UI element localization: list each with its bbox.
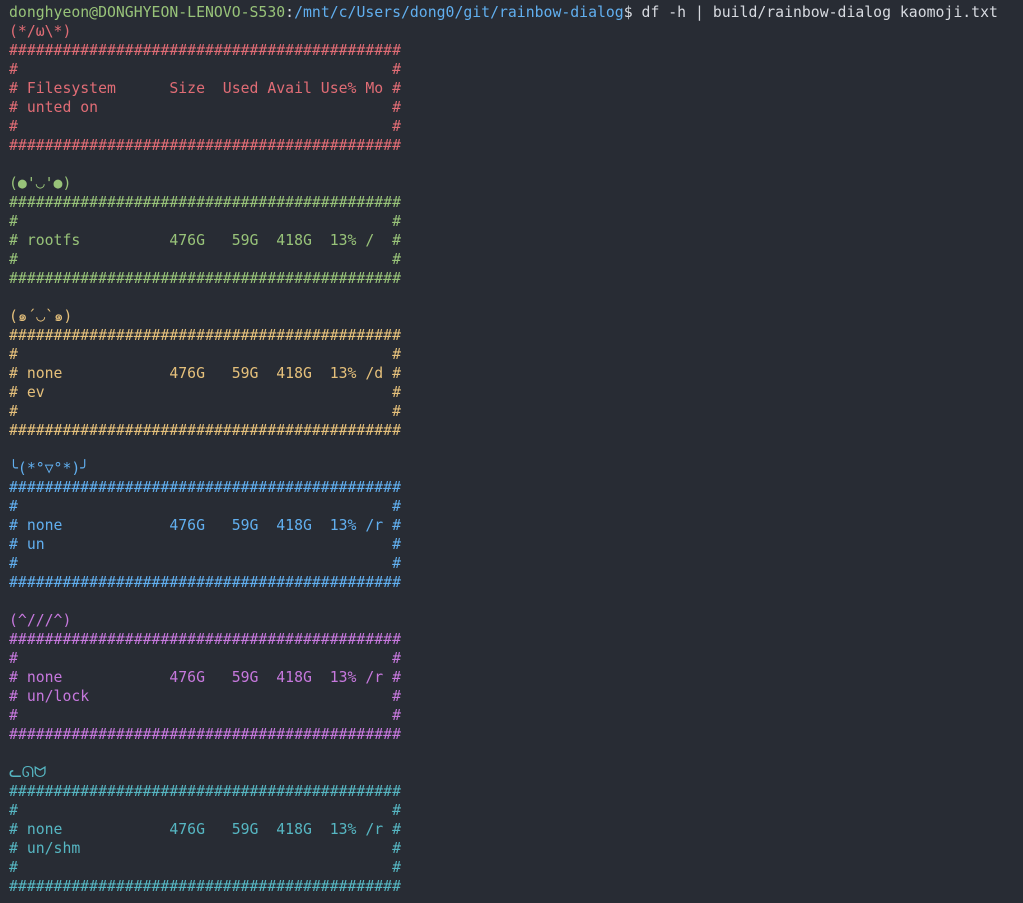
dialog-border-top: ########################################… bbox=[9, 783, 401, 800]
dialog-line: # # bbox=[9, 251, 401, 268]
terminal-window[interactable]: donghyeon@DONGHYEON-LENOVO-S530:/mnt/c/U… bbox=[0, 0, 1023, 903]
prompt-path: /mnt/c/Users/dong0/git/rainbow-dialog bbox=[294, 4, 624, 21]
dialog-block-dev: (๑´◡`๑) ################################… bbox=[9, 307, 1023, 459]
dialog-border-bottom: ########################################… bbox=[9, 574, 401, 591]
dialog-block-run: ╰(*°▽°*)╯ ##############################… bbox=[9, 459, 1023, 611]
dialog-line: # un/lock # bbox=[9, 688, 401, 705]
dialog-block-run-shm: ᓚᘏᗢ ####################################… bbox=[9, 763, 1023, 896]
prompt-line: donghyeon@DONGHYEON-LENOVO-S530:/mnt/c/U… bbox=[9, 3, 1023, 22]
dialog-line: # Filesystem Size Used Avail Use% Mo # bbox=[9, 80, 401, 97]
dialog-border-top: ########################################… bbox=[9, 631, 401, 648]
dialog-line: # # bbox=[9, 61, 401, 78]
dialog-block-rootfs: (●'◡'●) ################################… bbox=[9, 174, 1023, 307]
dialog-line: # un # bbox=[9, 536, 401, 553]
dialog-border-top: ########################################… bbox=[9, 479, 401, 496]
dialog-border-top: ########################################… bbox=[9, 194, 401, 211]
kaomoji: ᓚᘏᗢ bbox=[9, 764, 47, 781]
prompt-user-host: donghyeon@DONGHYEON-LENOVO-S530 bbox=[9, 4, 286, 21]
dialog-line: # none 476G 59G 418G 13% /d # bbox=[9, 365, 401, 382]
dialog-line: # none 476G 59G 418G 13% /r # bbox=[9, 517, 401, 534]
dialog-line: # ev # bbox=[9, 384, 401, 401]
dialog-line: # # bbox=[9, 213, 401, 230]
dialog-line: # # bbox=[9, 498, 401, 515]
dialog-border-bottom: ########################################… bbox=[9, 726, 401, 743]
dialog-line: # # bbox=[9, 403, 401, 420]
dialog-block-header: (*/ω\*) ################################… bbox=[9, 22, 1023, 174]
dialog-line: # # bbox=[9, 118, 401, 135]
dialog-border-top: ########################################… bbox=[9, 327, 401, 344]
dialog-border-top: ########################################… bbox=[9, 42, 401, 59]
dialog-line: # # bbox=[9, 346, 401, 363]
dialog-line: # un/shm # bbox=[9, 840, 401, 857]
kaomoji: (^///^) bbox=[9, 612, 72, 629]
prompt-colon: : bbox=[285, 4, 295, 21]
dialog-line: # # bbox=[9, 707, 401, 724]
dialog-block-run-lock: (^///^) ################################… bbox=[9, 611, 1023, 763]
dialog-line: # rootfs 476G 59G 418G 13% / # bbox=[9, 232, 401, 249]
prompt-command: df -h | build/rainbow-dialog kaomoji.txt bbox=[632, 4, 998, 21]
dialog-border-bottom: ########################################… bbox=[9, 137, 401, 154]
dialog-line: # # bbox=[9, 859, 401, 876]
kaomoji: (●'◡'●) bbox=[9, 175, 72, 192]
dialog-line: # # bbox=[9, 555, 401, 572]
dialog-line: # # bbox=[9, 802, 401, 819]
kaomoji: (*/ω\*) bbox=[9, 23, 72, 40]
dialog-line: # none 476G 59G 418G 13% /r # bbox=[9, 821, 401, 838]
dialog-line: # # bbox=[9, 650, 401, 667]
dialog-border-bottom: ########################################… bbox=[9, 270, 401, 287]
kaomoji: ╰(*°▽°*)╯ bbox=[9, 460, 90, 477]
dialog-line: # unted on # bbox=[9, 99, 401, 116]
prompt-dollar: $ bbox=[623, 4, 633, 21]
dialog-line: # none 476G 59G 418G 13% /r # bbox=[9, 669, 401, 686]
dialog-border-bottom: ########################################… bbox=[9, 878, 401, 895]
dialog-border-bottom: ########################################… bbox=[9, 422, 401, 439]
kaomoji: (๑´◡`๑) bbox=[9, 308, 73, 325]
